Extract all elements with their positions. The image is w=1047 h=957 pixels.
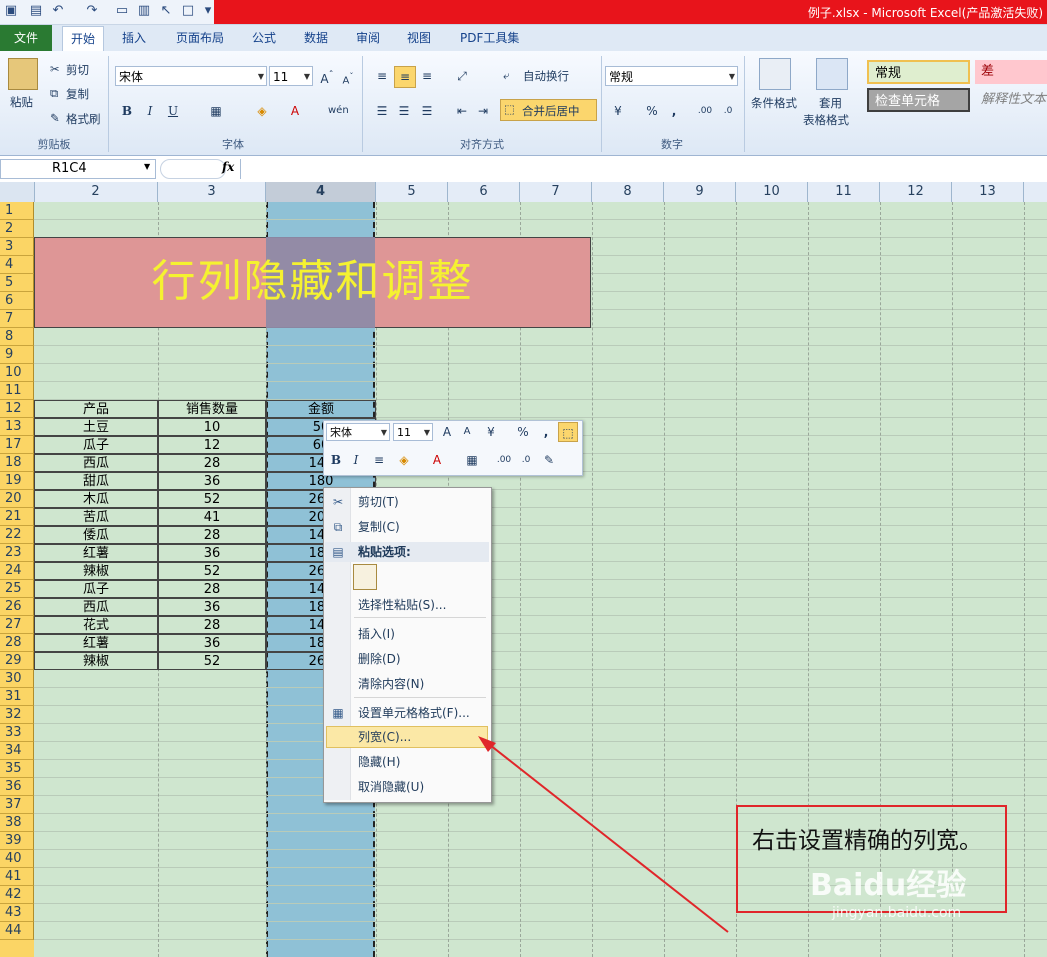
watermark-brand: Baidu经验	[810, 868, 967, 903]
annotation-text: 右击设置精确的列宽。	[752, 828, 982, 854]
watermark-url: jingyan.baidu.com	[832, 905, 962, 921]
